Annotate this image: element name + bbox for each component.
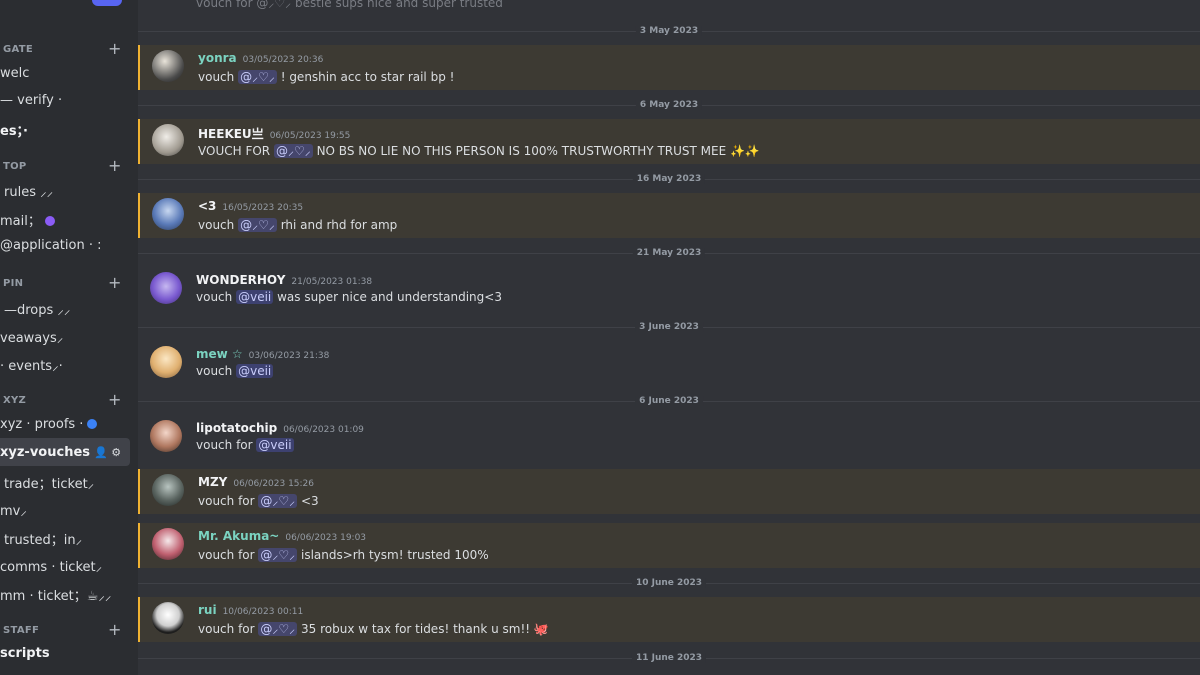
unread-badge [92,0,122,6]
username[interactable]: <3 16/05/2023 20:35 [198,199,303,213]
date-divider: 3 May 2023 [138,26,1200,36]
channel-trade-ticket[interactable]: trade；ticket⸝ [0,473,94,492]
channel-giveaways[interactable]: veaways⸝ [0,328,63,346]
gear-icon[interactable]: ⚙ [111,446,121,459]
message[interactable]: mew ☆ 03/06/2023 21:38 vouch @veii [138,341,1200,386]
message-text: vouch @⸝♡⸝ ! genshin acc to star rail bp… [198,70,455,84]
channel-drops[interactable]: —drops ⸝⸝ [0,300,70,318]
message[interactable]: HEEKEU亗 06/05/2023 19:55 VOUCH FOR @⸝♡⸝ N… [138,119,1200,164]
username[interactable]: yonra 03/05/2023 20:36 [198,51,323,65]
mention[interactable]: @⸝♡⸝ [258,548,298,562]
channel-proofs[interactable]: xyz · proofs · [0,417,98,432]
category-pin[interactable]: PIN [3,278,23,289]
avatar[interactable] [150,420,182,452]
avatar[interactable] [152,50,184,82]
date-divider: 6 May 2023 [138,100,1200,110]
avatar[interactable] [150,346,182,378]
channel-mail[interactable]: mail； [0,210,55,229]
channel-mv[interactable]: mv⸝ [0,501,27,519]
mention[interactable]: @veii [236,364,274,378]
add-channel-icon[interactable]: + [108,158,121,174]
avatar[interactable] [152,124,184,156]
message[interactable]: lipotatochip 06/06/2023 01:09 vouch for @… [138,415,1200,460]
avatar[interactable] [150,272,182,304]
mention[interactable]: @⸝♡⸝ [238,218,277,232]
category-xyz[interactable]: XYZ [3,395,26,406]
avatar[interactable] [152,474,184,506]
message-text: vouch for @⸝♡⸝ <3 [198,494,319,508]
date-divider: 3 June 2023 [138,322,1200,332]
message-list: vouch for @⸝♡⸝ bestie sups nice and supe… [138,0,1200,675]
channel-es[interactable]: es；· [0,120,28,139]
category-top[interactable]: TOP [3,161,27,172]
orb-emoji-icon [44,216,55,226]
message-text: vouch for @⸝♡⸝ islands>rh tysm! trusted … [198,548,489,562]
message[interactable]: MZY 06/06/2023 15:26 vouch for @⸝♡⸝ <3 [138,469,1200,514]
message[interactable]: <3 16/05/2023 20:35 vouch @⸝♡⸝ rhi and rh… [138,193,1200,238]
channel-actions: 👤 ⚙ [94,446,121,459]
message-text: vouch @veii [196,364,274,378]
message-text: vouch for @veii [196,438,294,452]
message-text: vouch @veii was super nice and understan… [196,290,502,304]
partial-message-text: vouch for @⸝♡⸝ bestie sups nice and supe… [196,0,503,10]
channel-sidebar: GATE + welc — verify · es；· TOP + rules … [0,0,130,675]
date-divider: 10 June 2023 [138,578,1200,588]
channel-xyz-vouches[interactable]: xyz-vouches [0,445,90,460]
avatar[interactable] [152,198,184,230]
mention[interactable]: @veii [256,438,294,452]
discord-window: GATE + welc — verify · es；· TOP + rules … [0,0,1200,675]
avatar[interactable] [152,602,184,634]
invite-member-icon[interactable]: 👤 [94,446,108,459]
message-text: vouch @⸝♡⸝ rhi and rhd for amp [198,218,398,232]
category-staff[interactable]: STAFF [3,625,39,636]
mention[interactable]: @veii [236,290,274,304]
channel-rules[interactable]: rules ⸝⸝ [0,182,53,200]
username[interactable]: HEEKEU亗 06/05/2023 19:55 [198,125,350,142]
add-channel-icon[interactable]: + [108,392,121,408]
channel-comms-ticket[interactable]: comms · ticket⸝ [0,557,102,575]
message[interactable]: rui 10/06/2023 00:11 vouch for @⸝♡⸝ 35 ro… [138,597,1200,642]
message[interactable]: WONDERHOY 21/05/2023 01:38 vouch @veii wa… [138,267,1200,312]
category-gate[interactable]: GATE [3,44,33,55]
channel-application[interactable]: @application · : [0,238,102,253]
sidebar-edge [130,0,138,675]
username[interactable]: mew ☆ 03/06/2023 21:38 [196,347,329,361]
mention[interactable]: @⸝♡⸝ [258,622,298,636]
channel-verify[interactable]: — verify · [0,93,62,108]
username[interactable]: Mr. Akuma~ 06/06/2023 19:03 [198,529,366,543]
date-divider: 16 May 2023 [138,174,1200,184]
date-divider: 11 June 2023 [138,653,1200,663]
gem-emoji-icon [87,419,98,429]
message-text: VOUCH FOR @⸝♡⸝ NO BS NO LIE NO THIS PERS… [198,144,760,158]
channel-mm-ticket[interactable]: mm · ticket；☕⸝⸝ [0,585,111,604]
add-channel-icon[interactable]: + [108,275,121,291]
date-divider: 21 May 2023 [138,248,1200,258]
mention[interactable]: @⸝♡⸝ [273,144,313,158]
channel-trusted[interactable]: trusted；in⸝ [0,529,82,548]
username[interactable]: rui 10/06/2023 00:11 [198,603,303,617]
mention[interactable]: @⸝♡⸝ [258,494,298,508]
message[interactable]: Mr. Akuma~ 06/06/2023 19:03 vouch for @⸝♡… [138,523,1200,568]
message[interactable]: yonra 03/05/2023 20:36 vouch @⸝♡⸝ ! gensh… [138,45,1200,90]
channel-scripts[interactable]: scripts [0,646,50,661]
channel-events[interactable]: · events⸝· [0,356,63,374]
mention[interactable]: @⸝♡⸝ [238,70,277,84]
avatar[interactable] [152,528,184,560]
username[interactable]: WONDERHOY 21/05/2023 01:38 [196,273,372,287]
message-text: vouch for @⸝♡⸝ 35 robux w tax for tides!… [198,622,549,636]
add-channel-icon[interactable]: + [108,622,121,638]
channel-welc[interactable]: welc [0,66,29,81]
username[interactable]: lipotatochip 06/06/2023 01:09 [196,421,364,435]
add-channel-icon[interactable]: + [108,41,121,57]
date-divider: 6 June 2023 [138,396,1200,406]
username[interactable]: MZY 06/06/2023 15:26 [198,475,314,489]
